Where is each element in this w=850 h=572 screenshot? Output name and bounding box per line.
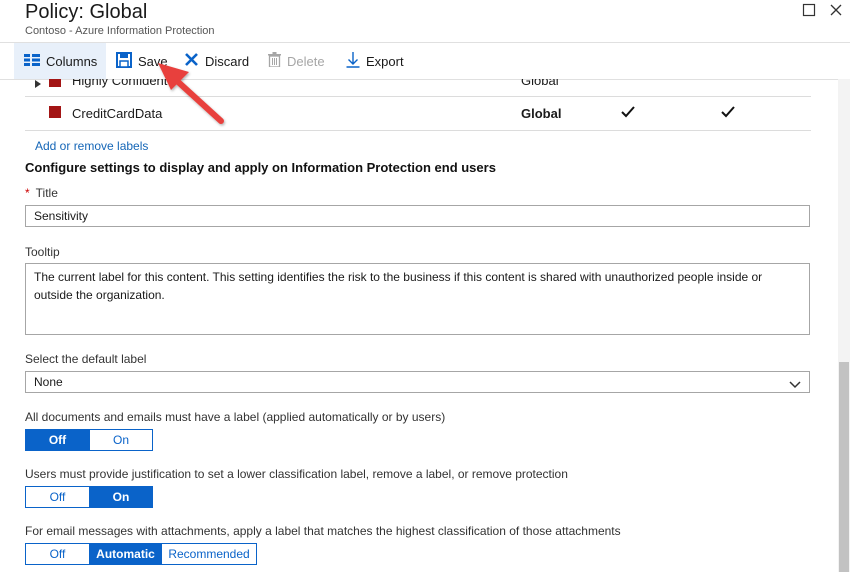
discard-label: Discard xyxy=(205,53,250,69)
label-name: Highly Confident xyxy=(72,79,168,88)
save-label: Save xyxy=(138,53,168,69)
label-color-swatch xyxy=(49,106,61,118)
discard-icon xyxy=(184,52,205,70)
policy-content: Highly Confident Global CreditCardData G… xyxy=(0,79,838,572)
export-label: Export xyxy=(366,53,404,69)
justification-off-option[interactable]: Off xyxy=(26,487,89,507)
save-icon xyxy=(116,51,138,71)
maximize-icon[interactable] xyxy=(802,3,818,19)
add-remove-labels-link[interactable]: Add or remove labels xyxy=(35,139,148,153)
tooltip-line: The current label for this content. This… xyxy=(34,270,763,284)
tooltip-line: outside the organization. xyxy=(34,288,165,302)
chevron-down-icon xyxy=(789,378,801,392)
attachments-automatic-option[interactable]: Automatic xyxy=(89,544,161,564)
table-row[interactable]: Highly Confident Global xyxy=(25,79,811,97)
attachments-recommended-option[interactable]: Recommended xyxy=(161,544,256,564)
mandatory-on-option[interactable]: On xyxy=(89,430,152,450)
settings-section-title: Configure settings to display and apply … xyxy=(25,160,496,175)
tooltip-textarea[interactable]: The current label for this content. This… xyxy=(25,263,810,335)
title-input[interactable]: Sensitivity xyxy=(25,205,810,227)
close-icon[interactable] xyxy=(829,3,845,19)
columns-label: Columns xyxy=(46,53,98,69)
label-scope: Global xyxy=(521,106,562,121)
command-bar: Columns Save Discard Delete Export xyxy=(0,42,850,80)
save-button[interactable]: Save xyxy=(116,43,168,79)
attachments-toggle: Off Automatic Recommended xyxy=(25,543,257,565)
download-icon xyxy=(346,51,366,71)
columns-button[interactable]: Columns xyxy=(14,43,106,79)
default-label-field-label: Select the default label xyxy=(25,352,147,366)
title-field-label: * Title xyxy=(25,186,58,200)
vertical-scrollbar[interactable] xyxy=(838,79,850,572)
delete-button[interactable]: Delete xyxy=(268,43,325,79)
scrollbar-thumb[interactable] xyxy=(839,362,849,572)
trash-icon xyxy=(268,52,287,70)
checkmark-icon xyxy=(721,106,735,120)
justification-on-option[interactable]: On xyxy=(89,487,152,507)
label-scope: Global xyxy=(521,79,559,88)
table-row[interactable]: CreditCardData Global xyxy=(25,96,811,131)
title-label-text: Title xyxy=(35,186,58,200)
checkmark-icon xyxy=(621,106,635,120)
mandatory-off-option[interactable]: Off xyxy=(26,430,89,450)
default-label-select[interactable]: None xyxy=(25,371,810,393)
discard-button[interactable]: Discard xyxy=(184,43,249,79)
mandatory-label-toggle: Off On xyxy=(25,429,153,451)
justification-toggle: Off On xyxy=(25,486,153,508)
default-label-value: None xyxy=(34,375,63,389)
delete-label: Delete xyxy=(287,53,325,69)
attachments-off-option[interactable]: Off xyxy=(26,544,89,564)
mandatory-label-setting-label: All documents and emails must have a lab… xyxy=(25,410,446,424)
page-subtitle: Contoso - Azure Information Protection xyxy=(25,25,215,37)
expand-icon[interactable] xyxy=(35,79,41,91)
export-button[interactable]: Export xyxy=(346,43,404,79)
label-name: CreditCardData xyxy=(72,106,163,121)
label-color-swatch xyxy=(49,79,61,87)
page-title: Policy: Global xyxy=(25,1,148,23)
blade-header: Policy: Global Contoso - Azure Informati… xyxy=(0,0,850,42)
justification-setting-label: Users must provide justification to set … xyxy=(25,467,568,481)
attachments-setting-label: For email messages with attachments, app… xyxy=(25,524,621,538)
tooltip-field-label: Tooltip xyxy=(25,245,60,259)
required-marker: * xyxy=(25,186,30,200)
columns-icon xyxy=(24,53,46,70)
